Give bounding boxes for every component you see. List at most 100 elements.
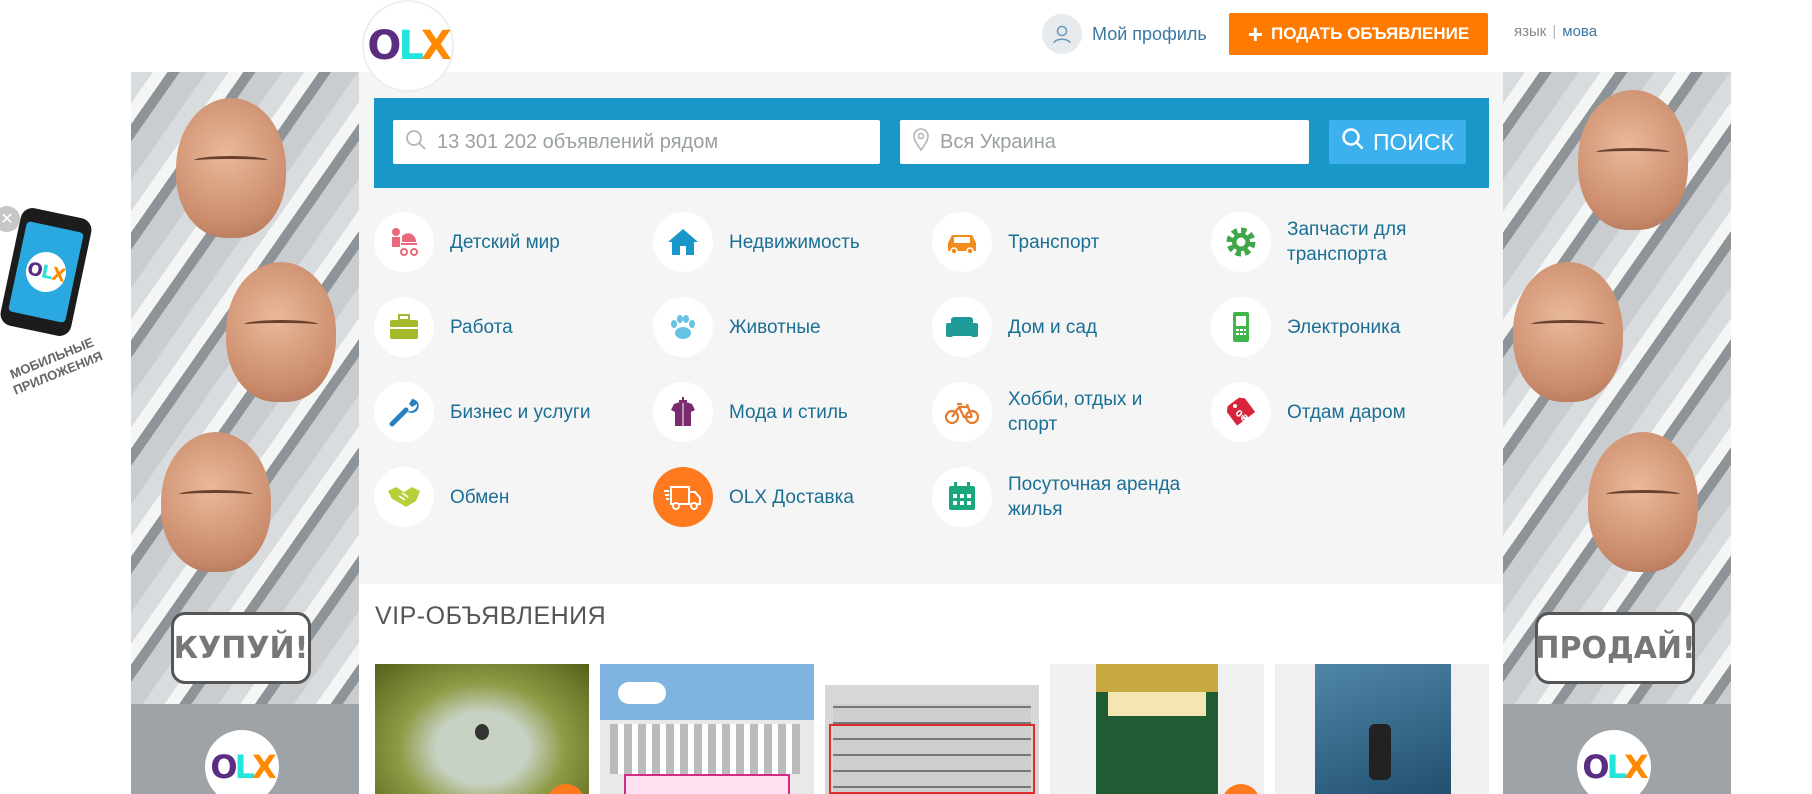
device-in-hand (1369, 724, 1391, 780)
banner-photo (1503, 72, 1731, 704)
category-animals[interactable]: Животные (653, 297, 913, 357)
logo-letter-l: L (398, 23, 423, 69)
banner-speech-bubble: КУПУЙ! (171, 612, 311, 684)
listing-photo-office (825, 664, 1039, 794)
banner-logo-text: OLX (210, 748, 276, 786)
mobile-apps-promo[interactable]: OLX ✕ МОБИЛЬНЫЕ ПРИЛОЖЕНИЯ (0, 200, 105, 420)
favorite-badge[interactable] (1222, 784, 1260, 794)
bicycle-icon (932, 382, 992, 442)
category-home-garden[interactable]: Дом и сад (932, 297, 1192, 357)
banner-olx-logo: OLX (205, 730, 279, 794)
category-label: Запчасти для транспорта (1287, 219, 1407, 265)
sofa-icon (932, 297, 992, 357)
location-box[interactable] (900, 120, 1309, 164)
dress-icon (653, 382, 713, 442)
logo-letter-o: O (367, 23, 401, 69)
listing-photo-coffee (1096, 664, 1218, 794)
banner-logo-letter-o: O (210, 748, 237, 786)
vip-section: VIP-ОБЪЯВЛЕНИЯ (359, 584, 1503, 794)
logo-letter-x: X (420, 23, 452, 69)
category-jobs[interactable]: Работа (374, 297, 634, 357)
banner-photo (131, 72, 359, 704)
category-kids[interactable]: Детский мир (374, 212, 634, 272)
category-free[interactable]: 0₴ Отдам даром (1211, 382, 1471, 442)
stroller-icon (374, 212, 434, 272)
vip-listing-card[interactable] (825, 664, 1039, 794)
search-input[interactable] (437, 130, 880, 154)
lang-ua[interactable]: мова (1562, 23, 1597, 40)
user-icon (1042, 14, 1082, 54)
listing-photo-tablet (375, 664, 589, 794)
language-switcher: язык | мова (1514, 23, 1597, 40)
face-image (161, 432, 271, 572)
post-ad-button[interactable]: + ПОДАТЬ ОБЪЯВЛЕНИЕ (1229, 13, 1488, 55)
vip-listing-card[interactable] (1275, 664, 1489, 794)
truck-icon (653, 467, 713, 527)
gear-icon (1211, 212, 1271, 272)
category-label: Электроника (1287, 316, 1401, 338)
phone-logo-letter-x: X (49, 262, 67, 287)
coffee-brand-label (1108, 692, 1206, 716)
category-auto-parts[interactable]: Запчасти для транспорта (1211, 212, 1471, 272)
left-ad-banner[interactable]: КУПУЙ! OLX (131, 72, 359, 794)
paw-icon (653, 297, 713, 357)
phone-logo: OLX (22, 248, 70, 296)
category-label: Посуточная аренда жилья (1008, 474, 1181, 520)
calendar-icon (932, 467, 992, 527)
banner-logo-letter-o: O (1582, 748, 1609, 786)
category-label: Отдам даром (1287, 401, 1406, 423)
wrench-icon (374, 382, 434, 442)
search-icon (1341, 127, 1365, 157)
building-windows (610, 724, 800, 774)
category-label: Работа (450, 316, 513, 338)
category-real-estate[interactable]: Недвижимость (653, 212, 913, 272)
category-label: Детский мир (450, 231, 560, 253)
category-transport[interactable]: Транспорт (932, 212, 1192, 272)
close-icon[interactable]: ✕ (0, 206, 20, 232)
search-bar: ПОИСК (374, 98, 1489, 188)
category-label: Дом и сад (1008, 316, 1098, 338)
vip-listing-card[interactable] (375, 664, 589, 794)
search-button-label: ПОИСК (1373, 128, 1454, 155)
category-label: Мода и стиль (729, 401, 848, 423)
handshake-icon (374, 467, 434, 527)
face-image (226, 262, 336, 402)
search-button[interactable]: ПОИСК (1329, 120, 1466, 164)
plus-icon: + (1247, 19, 1263, 49)
my-profile-link[interactable]: Мой профиль (1042, 14, 1207, 54)
category-label: OLX Доставка (729, 486, 854, 508)
banner-logo-text: OLX (1582, 748, 1648, 786)
face-image (176, 98, 286, 238)
category-label: Обмен (450, 486, 510, 508)
right-ad-banner[interactable]: ПРОДАЙ! OLX (1503, 72, 1731, 794)
category-fashion[interactable]: Мода и стиль (653, 382, 913, 442)
vip-listing-card[interactable] (600, 664, 814, 794)
face-image (1513, 262, 1623, 402)
main-content: ПОИСК Детский мир Недвижимость Транспорт (359, 72, 1503, 794)
rent-highlight (829, 724, 1035, 794)
vip-listing-card[interactable] (1050, 664, 1264, 794)
house-icon (653, 212, 713, 272)
listing-photo-device (1315, 664, 1451, 794)
banner-olx-logo: OLX (1577, 730, 1651, 794)
category-olx-delivery[interactable]: OLX Доставка (653, 467, 913, 527)
search-query-box[interactable] (393, 120, 880, 164)
category-electronics[interactable]: Электроника (1211, 297, 1471, 357)
location-input[interactable] (940, 130, 1309, 154)
category-hobby-sport[interactable]: Хобби, отдых и спорт (932, 382, 1192, 442)
phone-icon (1211, 297, 1271, 357)
phone-screen: OLX (8, 220, 84, 324)
post-ad-label: ПОДАТЬ ОБЪЯВЛЕНИЕ (1270, 24, 1470, 43)
briefcase-icon (374, 297, 434, 357)
category-label: Недвижимость (729, 231, 860, 253)
price-cloud (618, 682, 666, 704)
face-image (1588, 432, 1698, 572)
olx-logo[interactable]: OLX (364, 2, 452, 90)
category-exchange[interactable]: Обмен (374, 467, 634, 527)
price-tag-icon: 0₴ (1211, 382, 1271, 442)
category-business[interactable]: Бизнес и услуги (374, 382, 634, 442)
search-icon (405, 129, 427, 156)
lang-ru[interactable]: язык (1514, 23, 1546, 40)
category-daily-rent[interactable]: Посуточная аренда жилья (932, 467, 1192, 527)
category-label: Транспорт (1008, 231, 1100, 253)
